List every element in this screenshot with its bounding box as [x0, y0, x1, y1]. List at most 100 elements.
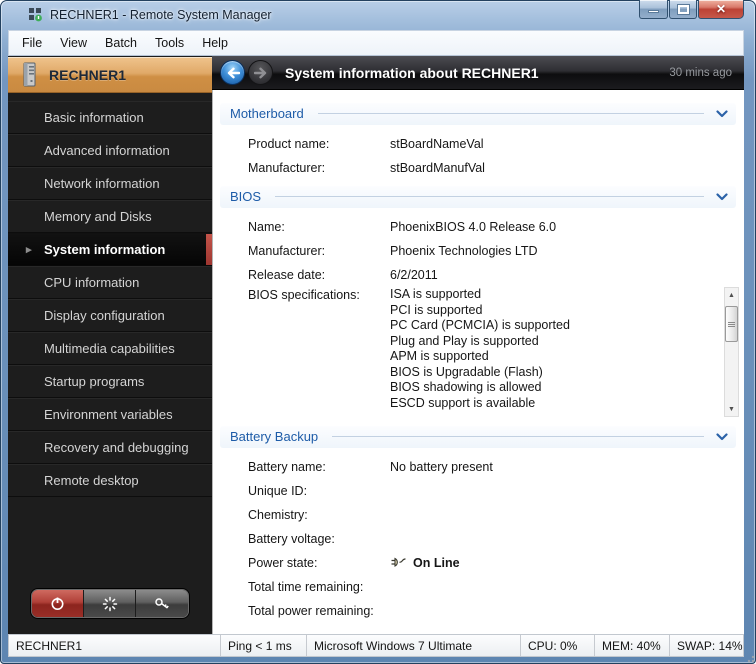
field-value: Phoenix Technologies LTD	[390, 244, 538, 258]
sidebar-item-multimedia-capabilities[interactable]: Multimedia capabilities	[8, 332, 212, 365]
chevron-down-icon[interactable]	[716, 432, 728, 441]
field-value: PhoenixBIOS 4.0 Release 6.0	[390, 220, 557, 234]
field-label: Battery voltage:	[248, 532, 335, 546]
scrollbar-track[interactable]	[725, 302, 738, 402]
spec-line: Plug and Play is supported	[390, 333, 539, 348]
credentials-button[interactable]	[136, 590, 188, 617]
info-row: Manufacturer: stBoardManufVal	[215, 156, 741, 180]
chevron-down-icon[interactable]	[716, 109, 728, 118]
section-title: BIOS	[230, 189, 262, 204]
sidebar-host-header: RECHNER1	[8, 57, 212, 93]
info-row: Product name: stBoardNameVal	[215, 132, 741, 156]
page-title: System information about RECHNER1	[285, 64, 539, 81]
sidebar-item-advanced-information[interactable]: Advanced information	[8, 134, 212, 167]
info-row: Total power remaining:	[215, 599, 741, 623]
field-label: Battery name:	[248, 460, 326, 474]
vertical-scrollbar[interactable]: ▲ ▼	[724, 287, 739, 417]
app-icon[interactable]	[27, 7, 43, 23]
field-label: Release date:	[248, 268, 326, 282]
section-header-bios[interactable]: BIOS	[220, 186, 736, 208]
forward-button[interactable]	[248, 60, 273, 85]
back-button[interactable]	[220, 60, 245, 85]
spec-line: ISA is supported	[390, 287, 482, 301]
chevron-down-icon[interactable]	[716, 192, 728, 201]
window-controls: ✕	[639, 0, 744, 19]
bios-specifications-listbox[interactable]: ISA is supported PCI is supported PC Car…	[390, 287, 741, 417]
section-header-battery-backup[interactable]: Battery Backup	[220, 426, 736, 448]
info-row: Battery name: No battery present	[215, 455, 741, 479]
sidebar-item-recovery-and-debugging[interactable]: Recovery and debugging	[8, 431, 212, 464]
back-arrow-icon	[227, 67, 240, 78]
menu-batch[interactable]: Batch	[96, 33, 146, 53]
sidebar-nav: Basic information Advanced information N…	[8, 101, 212, 497]
info-row: Chemistry:	[215, 503, 741, 527]
sidebar-item-label: Network information	[44, 176, 160, 191]
menu-view[interactable]: View	[51, 33, 96, 53]
minimize-button[interactable]	[639, 0, 668, 19]
status-cpu: CPU: 0%	[521, 635, 595, 656]
spec-line: PC Card (PCMCIA) is supported	[390, 318, 570, 332]
sidebar-item-startup-programs[interactable]: Startup programs	[8, 365, 212, 398]
close-icon: ✕	[715, 2, 727, 16]
title-bar[interactable]: RECHNER1 - Remote System Manager ✕	[0, 0, 756, 30]
section-rule	[332, 436, 704, 437]
field-label: BIOS specifications:	[248, 288, 360, 302]
thumb-grip	[728, 321, 735, 327]
window-title: RECHNER1 - Remote System Manager	[50, 8, 272, 22]
info-row: Total time remaining:	[215, 575, 741, 599]
key-icon	[154, 598, 169, 609]
content-area: Motherboard Product name: stBoardNameVal…	[212, 90, 744, 634]
sidebar-item-memory-and-disks[interactable]: Memory and Disks	[8, 200, 212, 233]
sidebar-item-system-information[interactable]: ▸ System information	[8, 233, 212, 266]
sidebar-item-label: Display configuration	[44, 308, 165, 323]
sidebar-item-label: Multimedia capabilities	[44, 341, 175, 356]
last-refresh-timestamp: 30 mins ago	[669, 66, 732, 79]
scroll-up-icon[interactable]: ▲	[725, 288, 738, 302]
sidebar-item-display-configuration[interactable]: Display configuration	[8, 299, 212, 332]
maximize-button[interactable]	[669, 0, 697, 19]
sidebar-item-label: System information	[44, 242, 166, 257]
scroll-down-icon[interactable]: ▼	[725, 402, 738, 416]
sidebar-item-environment-variables[interactable]: Environment variables	[8, 398, 212, 431]
spec-line: APM is supported	[390, 349, 489, 363]
info-row: Name: PhoenixBIOS 4.0 Release 6.0	[215, 215, 741, 239]
menu-tools[interactable]: Tools	[146, 33, 193, 53]
field-label: Unique ID:	[248, 484, 308, 498]
sidebar-item-cpu-information[interactable]: CPU information	[8, 266, 212, 299]
restart-button[interactable]	[84, 590, 136, 617]
spec-line: BIOS is Upgradable (Flash)	[390, 364, 543, 379]
sidebar-item-basic-information[interactable]: Basic information	[8, 101, 212, 134]
menu-file[interactable]: File	[13, 33, 51, 53]
section-rule	[317, 113, 704, 114]
maximize-icon	[676, 3, 690, 15]
sidebar-item-label: Memory and Disks	[44, 209, 152, 224]
field-label: Manufacturer:	[248, 244, 326, 258]
close-button[interactable]: ✕	[698, 0, 744, 19]
shutdown-button[interactable]	[32, 590, 84, 617]
field-value: 6/2/2011	[390, 268, 438, 282]
sidebar-item-network-information[interactable]: Network information	[8, 167, 212, 200]
status-mem: MEM: 40%	[595, 635, 670, 656]
sidebar-actions	[8, 589, 212, 618]
info-row: BIOS specifications: ISA is supported PC…	[215, 287, 741, 423]
sidebar-item-remote-desktop[interactable]: Remote desktop	[8, 464, 212, 497]
section-header-motherboard[interactable]: Motherboard	[220, 103, 736, 125]
field-value: stBoardManufVal	[390, 161, 485, 175]
spec-line: BIOS shadowing is allowed	[390, 380, 542, 394]
field-label: Power state:	[248, 556, 318, 570]
info-row: Battery voltage:	[215, 527, 741, 551]
info-row: Manufacturer: Phoenix Technologies LTD	[215, 239, 741, 263]
menu-help[interactable]: Help	[193, 33, 237, 53]
sidebar: RECHNER1 Basic information Advanced info…	[8, 56, 212, 634]
info-row: Power state: On Line	[215, 551, 741, 575]
minimize-icon	[648, 10, 659, 13]
sidebar-item-label: Basic information	[44, 110, 144, 125]
scrollbar-thumb[interactable]	[725, 306, 738, 342]
field-label: Product name:	[248, 137, 330, 151]
resize-grip[interactable]	[744, 652, 755, 663]
field-label: Name:	[248, 220, 285, 234]
status-ping: Ping < 1 ms	[221, 635, 307, 656]
sidebar-host-label: RECHNER1	[49, 67, 127, 83]
field-label: Total time remaining:	[248, 580, 364, 594]
menu-bar: File View Batch Tools Help	[8, 30, 744, 56]
